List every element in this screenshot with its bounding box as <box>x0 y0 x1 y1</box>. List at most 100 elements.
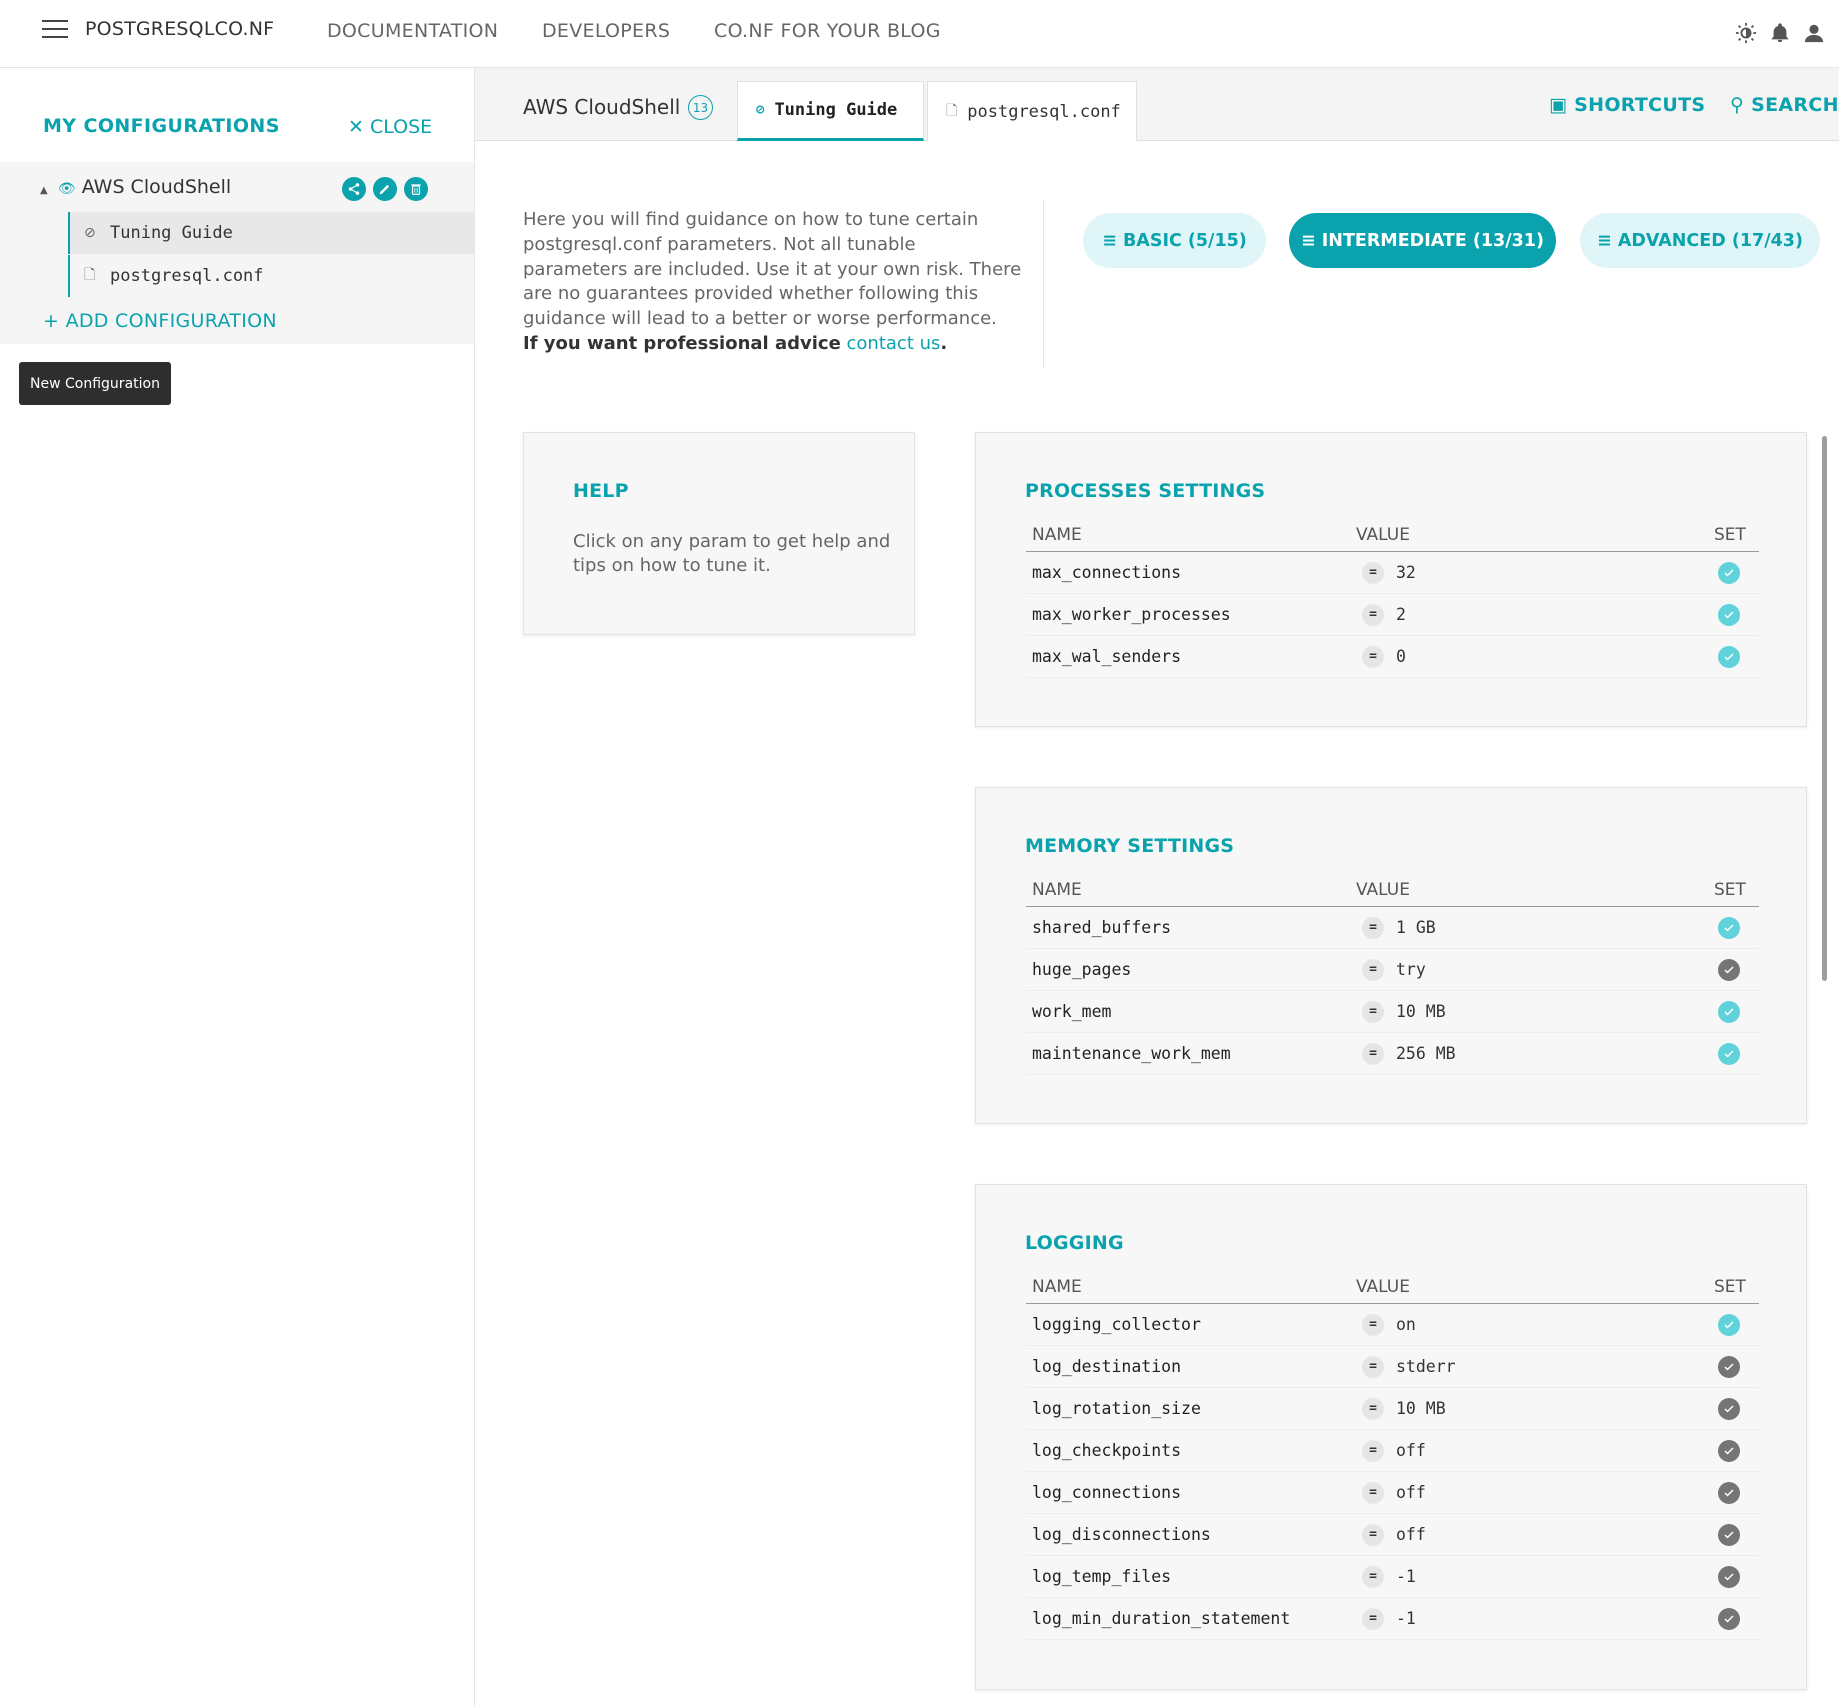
list-icon: ≡ <box>1301 230 1322 251</box>
contact-us-link[interactable]: contact us <box>847 333 941 354</box>
section-card-memory: MEMORY SETTINGS NAME VALUE SET shared_bu… <box>975 787 1807 1124</box>
tab-postgresql-conf[interactable]: 🗋 postgresql.conf <box>927 81 1137 141</box>
tree-item-tuning-guide[interactable]: ⊘ Tuning Guide <box>68 212 474 254</box>
eye-icon[interactable]: 👁 <box>58 181 76 197</box>
table-row[interactable]: log_connections = off <box>1026 1472 1759 1514</box>
level-label: BASIC (5/15) <box>1122 230 1247 251</box>
share-button[interactable] <box>342 177 366 201</box>
help-card: HELP Click on any param to get help and … <box>523 432 915 635</box>
table-row[interactable]: log_min_duration_statement = -1 <box>1026 1598 1759 1640</box>
param-value: try <box>1396 960 1426 979</box>
close-sidebar-button[interactable]: ✕ CLOSE <box>348 116 432 138</box>
tree-item-postgresql-conf[interactable]: 🗋 postgresql.conf <box>68 255 474 297</box>
col-name: NAME <box>1032 524 1082 545</box>
check-icon[interactable] <box>1718 1355 1740 1378</box>
check-icon[interactable] <box>1718 1481 1740 1504</box>
equals-icon[interactable]: = <box>1362 1481 1384 1504</box>
check-icon[interactable] <box>1718 958 1740 981</box>
col-name: NAME <box>1032 1276 1082 1297</box>
section-title: MEMORY SETTINGS <box>1025 835 1235 857</box>
check-icon[interactable] <box>1718 1313 1740 1336</box>
param-value-cell: = off <box>1356 1481 1714 1504</box>
edit-button[interactable] <box>373 177 397 201</box>
param-value-cell: = -1 <box>1356 1565 1714 1588</box>
level-basic-button[interactable]: ≡ BASIC (5/15) <box>1083 213 1266 268</box>
set-cell <box>1714 1439 1759 1462</box>
table-row[interactable]: max_wal_senders = 0 <box>1026 636 1759 678</box>
table-row[interactable]: work_mem = 10 MB <box>1026 991 1759 1033</box>
divider <box>1043 200 1044 368</box>
check-icon[interactable] <box>1718 1523 1740 1546</box>
scrollbar[interactable] <box>1822 436 1827 981</box>
caret-up-icon[interactable]: ▲ <box>40 185 48 196</box>
shortcuts-button[interactable]: ▣ SHORTCUTS <box>1549 94 1705 116</box>
brand-logo[interactable]: POSTGRESQLCO.NF <box>85 18 274 40</box>
theme-toggle-icon[interactable] <box>1735 22 1757 44</box>
equals-icon[interactable]: = <box>1362 1000 1384 1023</box>
equals-icon[interactable]: = <box>1362 1607 1384 1630</box>
table-row[interactable]: shared_buffers = 1 GB <box>1026 907 1759 949</box>
check-icon[interactable] <box>1718 1397 1740 1420</box>
delete-button[interactable] <box>404 177 428 201</box>
tree-item-label: Tuning Guide <box>110 223 233 243</box>
table-row[interactable]: max_connections = 32 <box>1026 552 1759 594</box>
nav-developers[interactable]: DEVELOPERS <box>542 20 670 42</box>
add-configuration-button[interactable]: + ADD CONFIGURATION <box>43 310 277 332</box>
table-row[interactable]: log_disconnections = off <box>1026 1514 1759 1556</box>
param-value-cell: = 32 <box>1356 561 1714 584</box>
check-icon[interactable] <box>1718 916 1740 939</box>
nav-documentation[interactable]: DOCUMENTATION <box>327 20 498 42</box>
set-cell <box>1714 1397 1759 1420</box>
equals-icon[interactable]: = <box>1362 603 1384 626</box>
trash-icon <box>411 184 421 195</box>
equals-icon[interactable]: = <box>1362 1523 1384 1546</box>
table-row[interactable]: huge_pages = try <box>1026 949 1759 991</box>
config-count-badge: 13 <box>688 95 713 120</box>
equals-icon[interactable]: = <box>1362 1565 1384 1588</box>
equals-icon[interactable]: = <box>1362 1313 1384 1336</box>
check-icon[interactable] <box>1718 645 1740 668</box>
equals-icon[interactable]: = <box>1362 1439 1384 1462</box>
user-icon[interactable] <box>1803 22 1825 44</box>
equals-icon[interactable]: = <box>1362 1355 1384 1378</box>
keyboard-icon: ▣ <box>1549 94 1575 116</box>
check-icon[interactable] <box>1718 603 1740 626</box>
list-icon: ≡ <box>1597 230 1618 251</box>
bell-icon[interactable] <box>1769 22 1791 44</box>
table-row[interactable]: log_temp_files = -1 <box>1026 1556 1759 1598</box>
list-icon: ≡ <box>1102 230 1123 251</box>
check-icon[interactable] <box>1718 1042 1740 1065</box>
equals-icon[interactable]: = <box>1362 916 1384 939</box>
equals-icon[interactable]: = <box>1362 1397 1384 1420</box>
level-advanced-button[interactable]: ≡ ADVANCED (17/43) <box>1580 213 1820 268</box>
settings-table: NAME VALUE SET max_connections = 32 max_wor… <box>1026 518 1759 678</box>
check-icon[interactable] <box>1718 1000 1740 1023</box>
tab-tuning-guide[interactable]: ⊘ Tuning Guide <box>737 81 924 141</box>
check-icon[interactable] <box>1718 1439 1740 1462</box>
table-row[interactable]: max_worker_processes = 2 <box>1026 594 1759 636</box>
check-icon[interactable] <box>1718 1565 1740 1588</box>
search-label: SEARCH <box>1751 94 1839 116</box>
level-intermediate-button[interactable]: ≡ INTERMEDIATE (13/31) <box>1289 213 1556 268</box>
table-row[interactable]: maintenance_work_mem = 256 MB <box>1026 1033 1759 1075</box>
equals-icon[interactable]: = <box>1362 1042 1384 1065</box>
param-value-cell: = 256 MB <box>1356 1042 1714 1065</box>
table-row[interactable]: log_destination = stderr <box>1026 1346 1759 1388</box>
compass-icon: ⊘ <box>84 225 96 241</box>
check-icon[interactable] <box>1718 561 1740 584</box>
table-row[interactable]: log_rotation_size = 10 MB <box>1026 1388 1759 1430</box>
table-row[interactable]: log_checkpoints = off <box>1026 1430 1759 1472</box>
nav-blog[interactable]: CO.NF FOR YOUR BLOG <box>714 20 941 42</box>
equals-icon[interactable]: = <box>1362 645 1384 668</box>
param-name: log_checkpoints <box>1032 1441 1182 1460</box>
tab-label: postgresql.conf <box>967 101 1121 122</box>
check-icon[interactable] <box>1718 1607 1740 1630</box>
menu-icon[interactable] <box>42 20 68 40</box>
search-button[interactable]: ⚲ SEARCH <box>1730 94 1839 116</box>
tree-item-config[interactable]: ▲ 👁 AWS CloudShell <box>40 176 231 198</box>
equals-icon[interactable]: = <box>1362 958 1384 981</box>
equals-icon[interactable]: = <box>1362 561 1384 584</box>
param-value-cell: = off <box>1356 1523 1714 1546</box>
table-row[interactable]: logging_collector = on <box>1026 1304 1759 1346</box>
param-value: 2 <box>1396 605 1406 624</box>
